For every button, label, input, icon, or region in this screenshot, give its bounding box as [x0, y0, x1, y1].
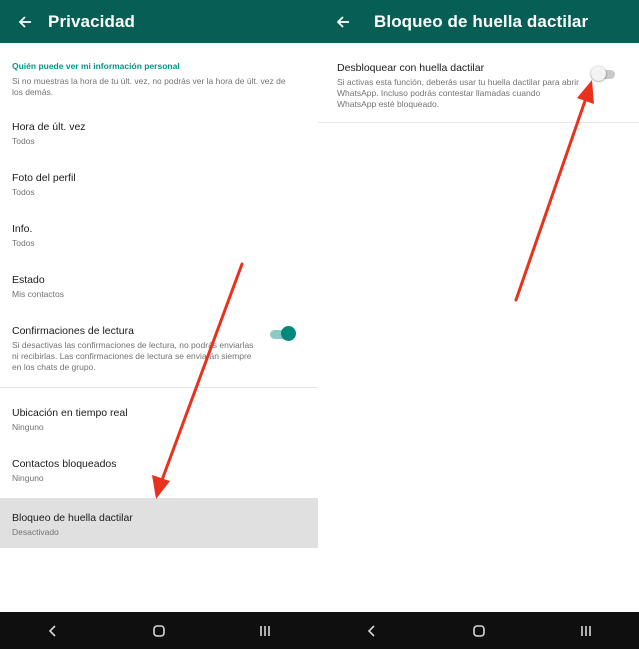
toggle-thumb: [281, 326, 296, 341]
status-item[interactable]: Estado Mis contactos: [0, 274, 318, 300]
nav-back-button[interactable]: [33, 616, 73, 646]
divider: [318, 122, 639, 123]
setting-description: Si activas esta función, deberás usar tu…: [337, 77, 579, 109]
item-value: Todos: [12, 187, 35, 197]
item-value: Todos: [12, 238, 35, 248]
fingerprint-unlock-toggle[interactable]: [591, 66, 617, 82]
last-seen-item[interactable]: Hora de últ. vez Todos: [0, 121, 318, 147]
page-title: Privacidad: [48, 11, 135, 31]
item-value: Todos: [12, 136, 35, 146]
fingerprint-lock-screen: Bloqueo de huella dactilar Desbloquear c…: [318, 0, 639, 612]
back-button[interactable]: [0, 15, 42, 29]
item-title: Contactos bloqueados: [12, 458, 117, 470]
item-description: Si desactivas las confirmaciones de lect…: [12, 340, 254, 372]
item-title: Bloqueo de huella dactilar: [12, 512, 133, 524]
read-receipts-toggle[interactable]: [270, 326, 296, 342]
page-title: Bloqueo de huella dactilar: [374, 11, 589, 31]
section-description: Si no muestras la hora de tu últ. vez, n…: [12, 76, 286, 97]
toggle-thumb: [591, 66, 606, 81]
arrow-left-icon: [336, 15, 349, 28]
back-icon: [367, 624, 375, 637]
live-location-item[interactable]: Ubicación en tiempo real Ninguno: [0, 407, 318, 433]
nav-back-button[interactable]: [352, 616, 392, 646]
item-value: Mis contactos: [12, 289, 64, 299]
blocked-contacts-item[interactable]: Contactos bloqueados Ninguno: [0, 458, 318, 484]
item-title: Foto del perfil: [12, 172, 76, 184]
info-item[interactable]: Info. Todos: [0, 223, 318, 249]
item-value: Ninguno: [12, 473, 44, 483]
back-icon: [48, 624, 56, 637]
item-title: Confirmaciones de lectura: [12, 325, 134, 337]
home-icon: [472, 624, 485, 637]
home-icon: [153, 624, 165, 637]
item-title: Hora de últ. vez: [12, 121, 86, 133]
nav-home-button[interactable]: [459, 616, 499, 646]
divider: [0, 387, 318, 388]
nav-recents-button[interactable]: [566, 616, 606, 646]
fingerprint-lock-item[interactable]: Bloqueo de huella dactilar Desactivado: [0, 498, 318, 548]
recents-icon: [260, 625, 270, 636]
app-bar: Bloqueo de huella dactilar: [318, 0, 639, 43]
app-bar: Privacidad: [0, 0, 318, 43]
nav-recents-button[interactable]: [245, 616, 285, 646]
back-button[interactable]: [318, 15, 360, 29]
system-nav-bar: [0, 612, 318, 649]
system-nav-bar: [318, 612, 639, 649]
arrow-left-icon: [18, 15, 31, 28]
fingerprint-unlock-setting[interactable]: Desbloquear con huella dactilar Si activ…: [318, 43, 639, 122]
nav-home-button[interactable]: [139, 616, 179, 646]
item-title: Ubicación en tiempo real: [12, 407, 128, 419]
section-header: Quién puede ver mi información personal: [12, 61, 180, 71]
privacy-screen: Privacidad Quién puede ver mi informació…: [0, 0, 318, 612]
item-title: Estado: [12, 274, 45, 286]
item-title: Info.: [12, 223, 33, 235]
item-value: Desactivado: [12, 527, 59, 537]
recents-icon: [580, 625, 591, 636]
read-receipts-item[interactable]: Confirmaciones de lectura Si desactivas …: [0, 325, 318, 387]
item-value: Ninguno: [12, 422, 44, 432]
setting-title: Desbloquear con huella dactilar: [337, 62, 485, 74]
profile-photo-item[interactable]: Foto del perfil Todos: [0, 172, 318, 198]
